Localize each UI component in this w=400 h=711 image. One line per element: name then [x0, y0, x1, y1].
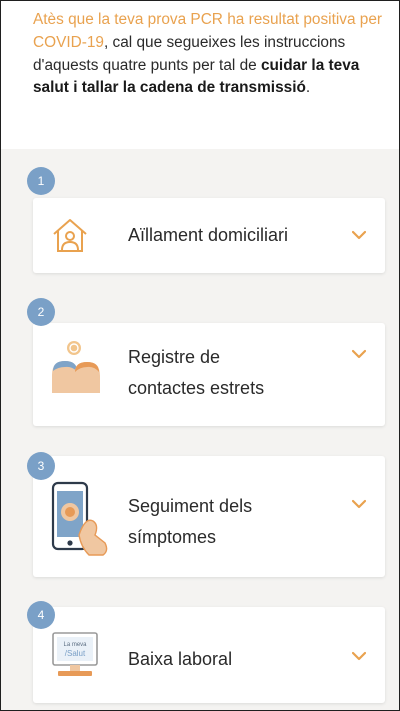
chevron-down-icon[interactable] [352, 230, 366, 240]
chevron-down-icon[interactable] [352, 651, 366, 661]
intro-text: Atès que la teva prova PCR ha resultat p… [33, 9, 383, 100]
step-number-badge: 4 [27, 601, 55, 629]
step-card-sick-leave[interactable]: La meva /Salut Baixa laboral [33, 607, 385, 703]
icon-text-la-meva: La meva [63, 642, 87, 648]
step-label-line2: símptomes [128, 527, 217, 547]
chevron-down-icon[interactable] [352, 499, 366, 509]
step-card-close-contacts[interactable]: Registre de contactes estrets [33, 323, 385, 426]
step-label: Registre de [128, 347, 221, 367]
step-label: Baixa laboral [128, 649, 233, 669]
step-number-badge: 2 [27, 298, 55, 326]
step-label: Seguiment dels [128, 496, 253, 516]
step-number-badge: 3 [27, 452, 55, 480]
step-label-line2: contactes estrets [128, 378, 265, 398]
step-label: Aïllament domiciliari [128, 225, 289, 245]
home-person-icon [53, 219, 87, 252]
contacts-people-icon [52, 341, 100, 393]
step-number-badge: 1 [27, 167, 55, 195]
icon-text-salut: /Salut [65, 649, 86, 658]
intro-period: . [305, 79, 311, 97]
chevron-down-icon[interactable] [352, 349, 366, 359]
intro-section: Atès que la teva prova PCR ha resultat p… [1, 1, 399, 149]
la-meva-salut-monitor-icon: La meva /Salut [52, 632, 98, 676]
phone-symptoms-icon [51, 481, 108, 556]
step-card-symptom-tracking[interactable]: Seguiment dels símptomes [33, 456, 385, 577]
screenshot-frame: Atès que la teva prova PCR ha resultat p… [0, 0, 400, 711]
step-card-home-isolation[interactable]: Aïllament domiciliari [33, 198, 385, 273]
